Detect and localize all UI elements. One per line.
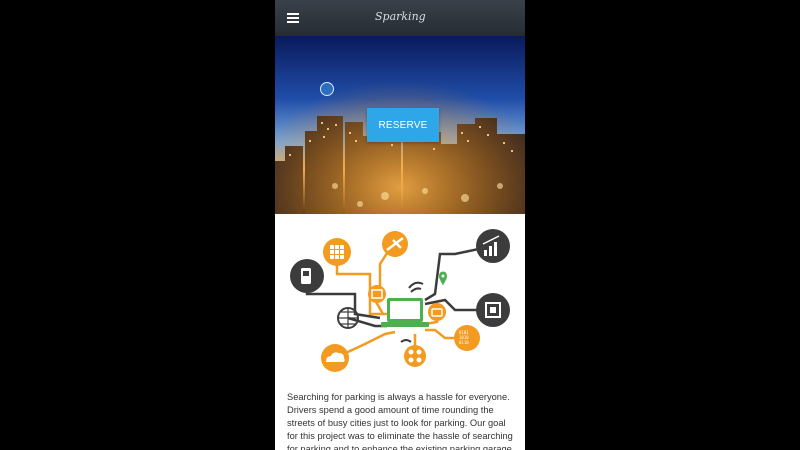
grid-icon <box>323 238 351 266</box>
hero-image: RESERVE <box>275 36 525 214</box>
chip-icon <box>476 293 510 327</box>
top-app-bar: Sparking <box>275 0 525 36</box>
satellite-icon <box>382 231 408 257</box>
location-marker-icon <box>320 82 334 96</box>
mobile-viewport: Sparking RESERVE 0101 1010 0110 Searchin… <box>275 0 525 450</box>
memory-card-icon <box>368 285 386 303</box>
reserve-button[interactable]: RESERVE <box>367 108 439 142</box>
wifi-icon <box>408 281 424 293</box>
bar-chart-icon <box>476 229 510 263</box>
cloud-icon <box>321 344 349 372</box>
location-pin-icon <box>439 271 447 286</box>
globe-icon <box>337 307 359 329</box>
code-icon: 010110100110 <box>454 325 480 351</box>
iot-illustration: 0101 1010 0110 <box>275 214 525 384</box>
project-description: Searching for parking is always a hassle… <box>287 392 513 450</box>
svg-text:0110: 0110 <box>459 340 469 345</box>
camera-icon <box>428 303 446 321</box>
hamburger-menu-icon[interactable] <box>287 13 299 23</box>
network-icon <box>400 339 426 367</box>
phone-icon <box>290 259 324 293</box>
app-logo[interactable]: Sparking <box>375 10 426 23</box>
laptop-icon[interactable] <box>381 298 429 327</box>
